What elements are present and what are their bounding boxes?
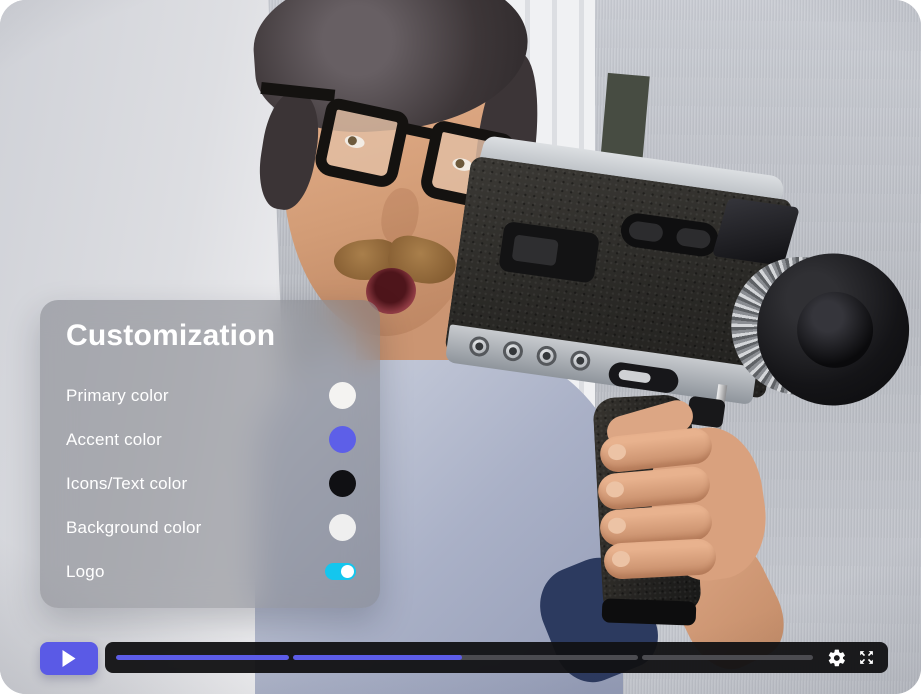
progress-bar[interactable]: [116, 655, 813, 660]
row-background-color: Background color: [66, 514, 356, 541]
play-button[interactable]: [40, 642, 98, 675]
settings-gear-icon: [828, 649, 845, 666]
panel-rows: Primary color Accent color Icons/Text co…: [66, 382, 356, 585]
row-primary-color: Primary color: [66, 382, 356, 409]
row-icons-text-color: Icons/Text color: [66, 470, 356, 497]
fullscreen-button[interactable]: [858, 649, 875, 666]
icons-text-color-label: Icons/Text color: [66, 473, 188, 493]
settings-button[interactable]: [827, 648, 847, 668]
accent-color-swatch[interactable]: [329, 426, 356, 453]
photo-man-finger: [603, 538, 717, 580]
icons-text-color-swatch[interactable]: [329, 470, 356, 497]
background-color-label: Background color: [66, 517, 202, 537]
photo-camera-viewfinder: [711, 197, 800, 266]
customization-panel: Customization Primary color Accent color…: [40, 300, 380, 608]
row-accent-color: Accent color: [66, 426, 356, 453]
photo-camera-grip-cap: [601, 598, 697, 626]
accent-color-label: Accent color: [66, 429, 162, 449]
logo-toggle[interactable]: [325, 563, 356, 580]
fullscreen-icon: [860, 651, 873, 664]
background-color-swatch[interactable]: [329, 514, 356, 541]
player-control-bar: [105, 642, 888, 673]
progress-played-fill: [293, 655, 463, 660]
progress-segment-3[interactable]: [641, 655, 813, 660]
play-icon: [62, 650, 76, 667]
progress-segment-1[interactable]: [116, 655, 290, 660]
primary-color-swatch[interactable]: [329, 382, 356, 409]
panel-title: Customization: [66, 319, 276, 352]
logo-toggle-knob: [341, 565, 354, 578]
primary-color-label: Primary color: [66, 385, 169, 405]
photo-left-eye: [343, 133, 366, 150]
video-player-frame: Customization Primary color Accent color…: [0, 0, 921, 694]
row-logo: Logo: [66, 558, 356, 585]
progress-played-fill: [116, 655, 290, 660]
progress-segment-2[interactable]: [293, 655, 638, 660]
logo-label: Logo: [66, 561, 105, 581]
photo-glasses-left-lens: [312, 96, 411, 191]
